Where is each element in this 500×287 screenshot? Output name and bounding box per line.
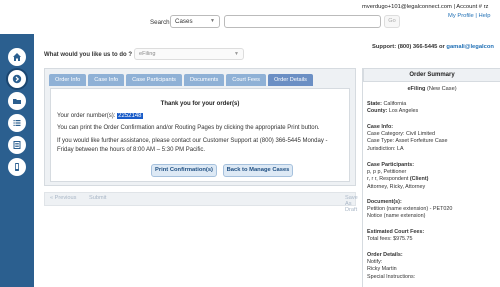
documents-label: Document(s):	[367, 199, 402, 205]
county-label: County:	[367, 108, 388, 115]
tab-order-details[interactable]: Order Details	[267, 74, 313, 86]
participants-label: Case Participants:	[367, 162, 415, 168]
tab-order-info[interactable]: Order Info	[49, 74, 87, 86]
order-summary: Order Summary eFiling (New Case) State: …	[362, 68, 500, 287]
support-phone: Support: (800) 366-5445 or	[372, 44, 447, 50]
order-details-section: Order Details: Notify: Ricky Martin Spec…	[367, 252, 415, 281]
support-email-link[interactable]: gamali@legalcon	[446, 44, 494, 50]
previous-button[interactable]: « Previous	[50, 195, 76, 201]
mobile-icon[interactable]	[8, 158, 26, 176]
document-item: Petition (name extension) - PET020	[367, 206, 453, 213]
save-as-draft-button[interactable]: Save As Draft	[345, 195, 358, 213]
document-item: Notice (name extension)	[367, 213, 426, 220]
document-icon[interactable]	[8, 136, 26, 154]
order-number[interactable]: 2252148	[117, 113, 143, 119]
total-fees: Total fees: $975.75	[367, 236, 413, 243]
tab-bar: Order Info Case Info Case Participants D…	[49, 74, 313, 86]
search-type-value: Cases	[175, 18, 193, 25]
list-icon[interactable]	[8, 114, 26, 132]
case-info-section: Case Info: Case Category: Civil Limited …	[367, 124, 448, 153]
filing-case-kind: (New Case)	[425, 86, 457, 92]
tab-case-participants[interactable]: Case Participants	[126, 74, 182, 86]
order-panel: Order Info Case Info Case Participants D…	[44, 68, 356, 186]
home-icon[interactable]	[8, 48, 26, 66]
county-value: Los Angeles	[387, 108, 419, 115]
notify-value: Ricky Martin	[367, 266, 397, 273]
case-category: Case Category: Civil Limited	[367, 131, 436, 138]
participant-item: p, p p, Petitioner	[367, 169, 407, 176]
participant-item: r, r r, Respondent (Client)	[367, 176, 429, 183]
order-number-line: Your order number(s): 2252148	[57, 113, 143, 119]
case-info-label: Case Info:	[367, 124, 394, 130]
special-instructions-label: Special Instructions:	[367, 273, 416, 280]
notify-label: Notify:	[367, 259, 383, 266]
search-input[interactable]	[224, 15, 381, 28]
client-tag: (Client)	[409, 176, 429, 183]
chevron-down-icon: ▼	[234, 51, 239, 57]
participant-item: Attorney, Ricky, Attorney	[367, 183, 426, 190]
tab-documents[interactable]: Documents	[183, 74, 225, 86]
order-summary-title: Order Summary	[363, 68, 500, 82]
jurisdiction: Jurisdiction: LA	[367, 145, 404, 152]
filing-type: eFiling	[407, 86, 426, 92]
state-value: California	[381, 101, 407, 107]
print-confirmation-button[interactable]: Print Confirmation(s)	[151, 164, 217, 177]
wizard-nav-row: « Previous Submit Save As Draft	[44, 192, 358, 213]
print-instructions: You can print the Order Confirmation and…	[57, 125, 320, 131]
left-nav	[0, 34, 34, 287]
submit-button[interactable]: Submit	[89, 195, 106, 201]
action-select[interactable]: eFiling ▼	[134, 48, 244, 60]
tab-court-fees[interactable]: Court Fees	[226, 74, 266, 86]
order-summary-subtitle: eFiling (New Case)	[363, 86, 500, 92]
chevron-right-icon[interactable]	[8, 70, 26, 88]
action-select-value: eFiling	[139, 51, 156, 57]
chevron-down-icon: ▼	[210, 18, 215, 24]
back-to-manage-cases-button[interactable]: Back to Manage Cases	[223, 164, 293, 177]
order-details-content: Thank you for your order(s) Your order n…	[50, 88, 350, 182]
assistance-text: If you would like further assistance, pl…	[57, 138, 328, 153]
fees-label: Estimated Court Fees:	[367, 229, 425, 235]
order-details-label: Order Details:	[367, 252, 403, 258]
case-type: Case Type: Asset Forfeiture Case	[367, 138, 448, 145]
profile-help-links[interactable]: My Profile | Help	[448, 13, 490, 19]
thank-you-heading: Thank you for your order(s)	[160, 101, 240, 107]
search-type-select[interactable]: Cases ▼	[170, 15, 220, 28]
folder-icon[interactable]	[8, 92, 26, 110]
action-question: What would you like us to do ?	[44, 52, 132, 58]
fees-section: Estimated Court Fees: Total fees: $975.7…	[367, 229, 424, 243]
go-button[interactable]: Go	[384, 15, 400, 28]
tab-case-info[interactable]: Case Info	[88, 74, 125, 86]
account-info: mverdugo+101@legalconnect.com | Account …	[362, 4, 489, 10]
participants-section: Case Participants: p, p p, Petitioner r,…	[367, 162, 428, 191]
order-number-label: Your order number(s):	[57, 113, 118, 119]
documents-section: Document(s): Petition (name extension) -…	[367, 199, 452, 221]
support-info: Support: (800) 366-5445 or gamali@legalc…	[372, 44, 494, 50]
state-county-section: State: California County: Los Angeles	[367, 101, 418, 115]
top-bar: Search: Cases ▼ Go mverdugo+101@legalcon…	[0, 0, 500, 34]
search-label: Search:	[150, 19, 172, 26]
state-label: State:	[367, 101, 382, 107]
